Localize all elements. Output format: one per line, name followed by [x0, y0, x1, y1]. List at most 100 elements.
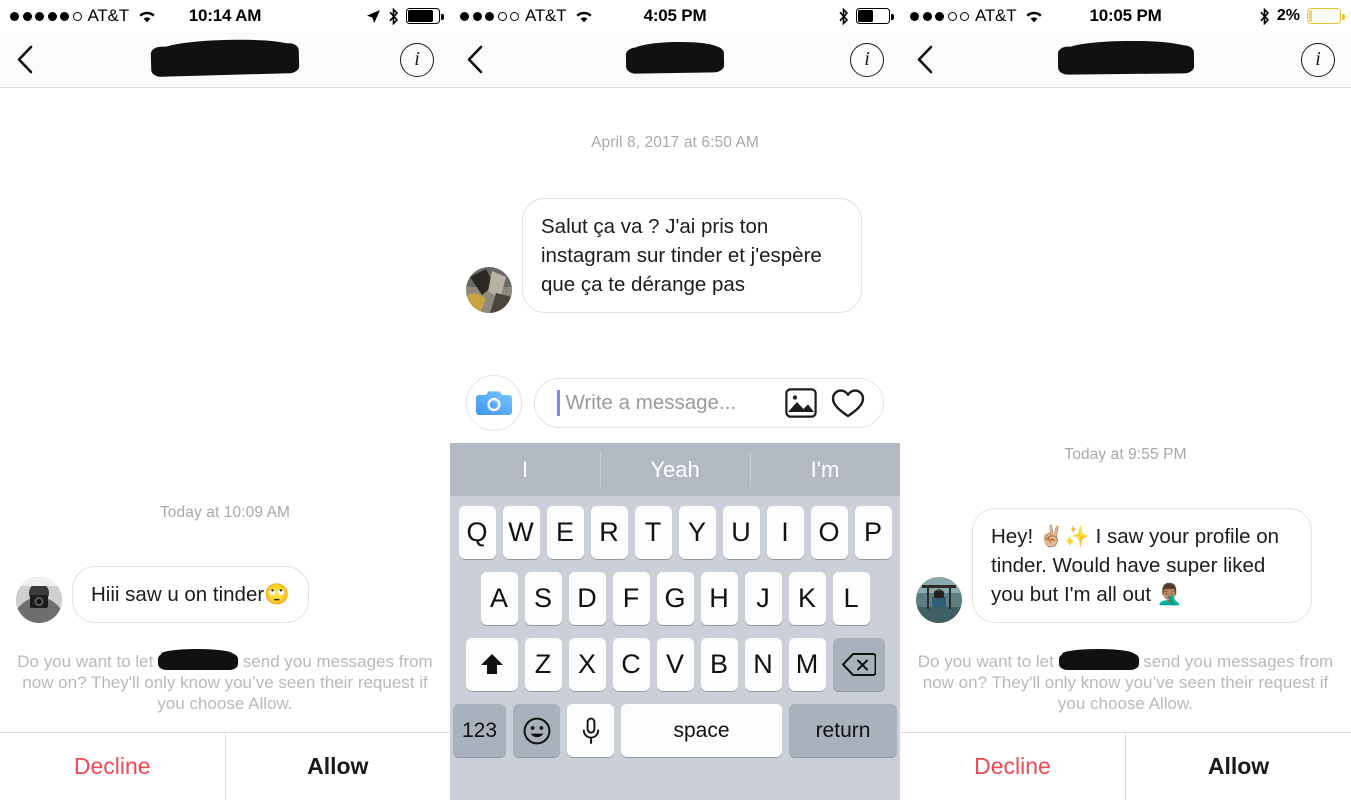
key-k[interactable]: K: [788, 572, 826, 625]
message-thread: April 8, 2017 at 6:50 AM Salut ça va ? J…: [450, 88, 900, 365]
return-key[interactable]: return: [789, 704, 897, 757]
message-row: Salut ça va ? J'ai pris ton instagram su…: [450, 198, 900, 313]
numeric-key[interactable]: 123: [453, 704, 506, 757]
key-x[interactable]: X: [568, 638, 606, 691]
panel-right-message-request: AT&T 10:05 PM 2% i Today at 9:55 PM Hey!…: [900, 0, 1351, 800]
key-o[interactable]: O: [810, 506, 848, 559]
request-text-before: Do you want to let: [917, 652, 1059, 671]
redaction-bar-username: [150, 42, 300, 77]
message-thread: Today at 9:55 PM Hey! ✌🏼✨ I saw your pro…: [900, 88, 1351, 732]
key-j[interactable]: J: [744, 572, 782, 625]
status-bar: AT&T 10:14 AM: [0, 0, 450, 32]
request-text-before: Do you want to let: [17, 652, 159, 671]
message-request-description: Do you want to let send you messages fro…: [900, 649, 1351, 714]
message-timestamp: Today at 10:09 AM: [159, 504, 291, 521]
key-n[interactable]: N: [744, 638, 782, 691]
space-key[interactable]: space: [621, 704, 782, 757]
key-y[interactable]: Y: [678, 506, 716, 559]
dictation-key[interactable]: [567, 704, 614, 757]
key-f[interactable]: F: [612, 572, 650, 625]
allow-button[interactable]: Allow: [226, 733, 451, 800]
conversation-title: [0, 32, 450, 87]
bluetooth-icon: [1259, 7, 1270, 25]
sender-avatar[interactable]: [466, 267, 512, 313]
carrier-label: AT&T: [87, 6, 130, 25]
key-u[interactable]: U: [722, 506, 760, 559]
keyboard-row-1: Q W E R T Y U I O P: [453, 506, 897, 559]
photo-library-icon[interactable]: [785, 388, 817, 418]
key-p[interactable]: P: [854, 506, 892, 559]
prediction-0[interactable]: I: [450, 443, 600, 496]
message-bubble: Salut ça va ? J'ai pris ton instagram su…: [522, 198, 862, 313]
key-q[interactable]: Q: [458, 506, 496, 559]
message-bubble: Hey! ✌🏼✨ I saw your profile on tinder. W…: [972, 508, 1312, 623]
key-h[interactable]: H: [700, 572, 738, 625]
status-bar-right: [838, 7, 894, 25]
key-e[interactable]: E: [546, 506, 584, 559]
key-i[interactable]: I: [766, 506, 804, 559]
conversation-title: [900, 32, 1351, 87]
keyboard-row-3: Z X C V B N M: [453, 638, 897, 691]
camera-button[interactable]: [466, 375, 522, 431]
key-v[interactable]: V: [656, 638, 694, 691]
location-arrow-icon: [366, 9, 381, 24]
signal-strength-dots: [910, 11, 969, 21]
key-a[interactable]: A: [480, 572, 518, 625]
key-t[interactable]: T: [634, 506, 672, 559]
conversation-title: [450, 32, 900, 87]
message-timestamp: April 8, 2017 at 6:50 AM: [591, 134, 759, 151]
key-c[interactable]: C: [612, 638, 650, 691]
redaction-bar-username: [625, 45, 725, 74]
key-b[interactable]: B: [700, 638, 738, 691]
three-panel-screenshot-collage: AT&T 10:14 AM i Today at 10:09 AM Hiii s…: [0, 0, 1351, 800]
navigation-bar: i: [0, 32, 450, 88]
key-g[interactable]: G: [656, 572, 694, 625]
status-bar: AT&T 4:05 PM: [450, 0, 900, 32]
status-bar-right: 2%: [1259, 7, 1345, 25]
request-action-bar: Decline Allow: [0, 732, 450, 800]
key-d[interactable]: D: [568, 572, 606, 625]
backspace-key[interactable]: [832, 638, 885, 691]
key-m[interactable]: M: [788, 638, 826, 691]
message-input-placeholder: Write a message...: [565, 391, 737, 414]
bluetooth-icon: [388, 7, 399, 25]
keyboard-row-2: A S D F G H J K L: [453, 572, 897, 625]
message-timestamp: Today at 9:55 PM: [1064, 446, 1187, 463]
message-thread: Today at 10:09 AM Hiii saw u on tinder🙄 …: [0, 88, 450, 732]
wifi-icon: [137, 9, 157, 24]
battery-percentage: 2%: [1276, 7, 1300, 24]
message-input[interactable]: Write a message...: [534, 378, 884, 428]
prediction-2[interactable]: I'm: [750, 443, 900, 496]
shift-key[interactable]: [465, 638, 518, 691]
message-bubble: Hiii saw u on tinder🙄: [72, 566, 309, 623]
decline-button[interactable]: Decline: [900, 733, 1125, 800]
key-w[interactable]: W: [502, 506, 540, 559]
keyboard-rows: Q W E R T Y U I O P A S D F G H J K L Z …: [450, 496, 900, 800]
key-r[interactable]: R: [590, 506, 628, 559]
navigation-bar: i: [450, 32, 900, 88]
onscreen-keyboard: I Yeah I'm Q W E R T Y U I O P A S D F G…: [450, 443, 900, 800]
key-z[interactable]: Z: [524, 638, 562, 691]
key-s[interactable]: S: [524, 572, 562, 625]
wifi-icon: [574, 9, 594, 24]
message-row: Hiii saw u on tinder🙄: [0, 566, 450, 623]
request-action-bar: Decline Allow: [900, 732, 1351, 800]
redaction-bar-inline-username: [158, 649, 239, 670]
allow-button[interactable]: Allow: [1126, 733, 1351, 800]
signal-strength-dots: [10, 11, 82, 21]
key-l[interactable]: L: [832, 572, 870, 625]
panel-center-conversation: AT&T 4:05 PM i April 8, 2017 at 6:50 AM …: [450, 0, 900, 800]
status-bar-left: AT&T: [910, 6, 1044, 26]
predictive-text-bar: I Yeah I'm: [450, 443, 900, 496]
sender-avatar[interactable]: [916, 577, 962, 623]
bluetooth-icon: [838, 7, 849, 25]
status-bar: AT&T 10:05 PM 2%: [900, 0, 1351, 32]
decline-button[interactable]: Decline: [0, 733, 225, 800]
sender-avatar[interactable]: [16, 577, 62, 623]
emoji-key[interactable]: [513, 704, 560, 757]
prediction-1[interactable]: Yeah: [600, 443, 750, 496]
carrier-label: AT&T: [525, 6, 567, 25]
status-bar-left: AT&T: [10, 6, 157, 26]
heart-icon[interactable]: [831, 388, 865, 419]
status-bar-right: [366, 7, 444, 25]
